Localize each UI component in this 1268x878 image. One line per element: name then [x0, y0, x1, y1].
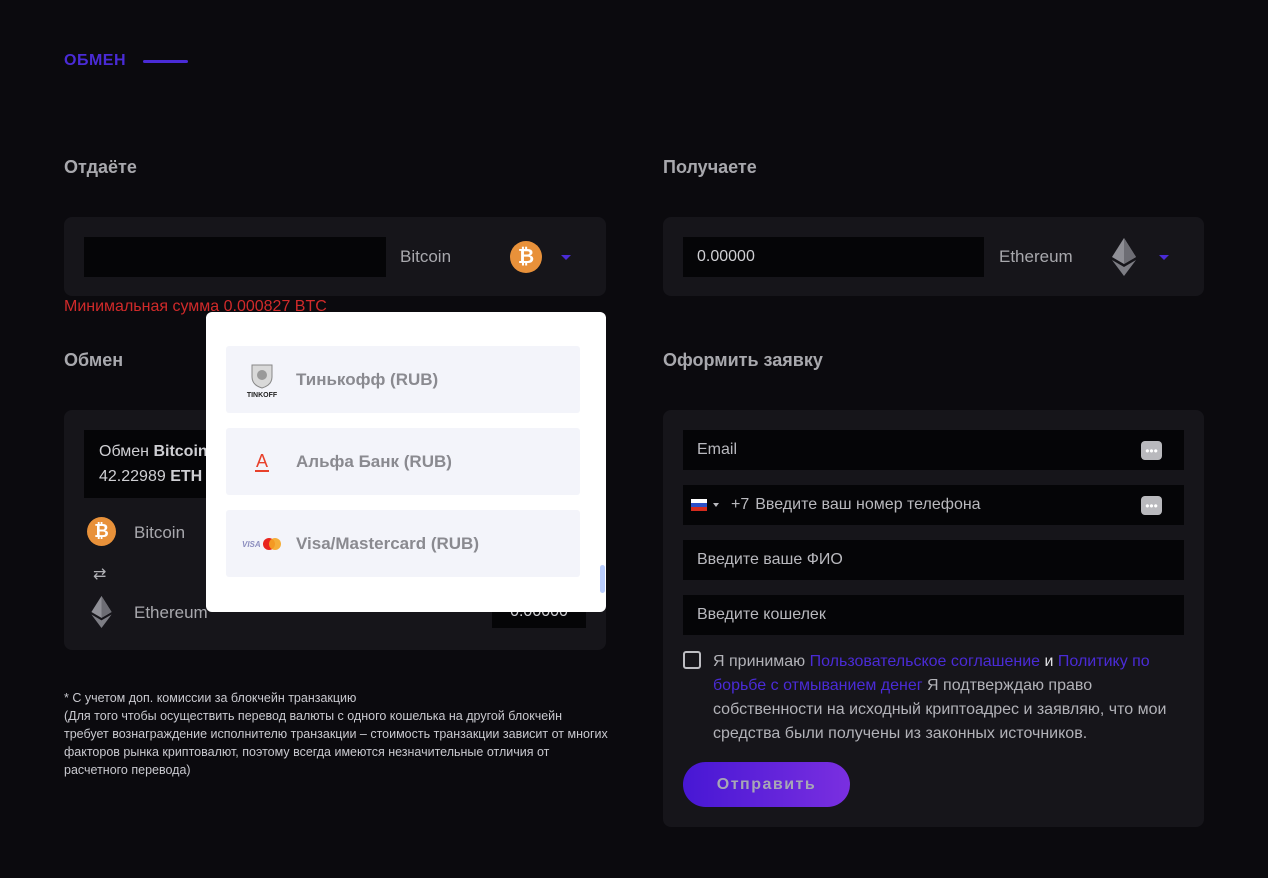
- visa-mastercard-logo-icon: VISA: [236, 536, 288, 552]
- receive-currency-label: Ethereum: [999, 247, 1073, 266]
- user-agreement-link[interactable]: Пользовательское соглашение: [810, 653, 1040, 670]
- payment-option-label: Тинькофф (RUB): [296, 369, 439, 389]
- exchange-summary-prefix: Обмен: [99, 443, 149, 460]
- exchange-to-coin: Ethereum: [134, 603, 208, 622]
- payment-method-dropdown: TINKOFF Тинькофф (RUB) А Альфа Банк (RUB…: [206, 312, 606, 612]
- bitcoin-icon: ₿: [510, 241, 542, 273]
- payment-option-alfa[interactable]: А Альфа Банк (RUB): [226, 428, 580, 495]
- email-field[interactable]: Email: [683, 430, 1184, 470]
- country-dropdown-icon[interactable]: [713, 503, 719, 507]
- swap-icon[interactable]: ⇄: [93, 564, 106, 584]
- consent-checkbox[interactable]: [683, 651, 701, 669]
- submit-button[interactable]: Отправить: [683, 762, 850, 807]
- section-title: ОБМЕН: [64, 52, 126, 69]
- bitcoin-icon: ₿: [87, 517, 116, 546]
- email-autofill-icon[interactable]: •••: [1141, 441, 1162, 460]
- footnote-line2: (Для того чтобы осуществить перевод валю…: [64, 709, 608, 777]
- exchange-heading: Обмен: [64, 350, 124, 370]
- alfa-bank-logo-icon: А: [236, 450, 288, 474]
- wallet-placeholder: Введите кошелек: [697, 606, 826, 623]
- consent-text: Я принимаю Пользовательское соглашение и…: [713, 650, 1183, 746]
- email-placeholder: Email: [697, 441, 738, 458]
- give-heading: Отдаёте: [64, 157, 137, 177]
- receive-currency-dropdown-icon[interactable]: [1159, 255, 1169, 260]
- visa-logo-text: VISA: [242, 540, 261, 549]
- footnote-line1: * С учетом доп. комиссии за блокчейн тра…: [64, 691, 357, 705]
- section-title-underline: [143, 60, 188, 63]
- consent-and: и: [1044, 653, 1054, 670]
- give-currency-label: Bitcoin: [400, 247, 452, 266]
- phone-code: +7: [731, 496, 750, 513]
- alfa-logo-letter: А: [256, 451, 268, 471]
- payment-option-tinkoff[interactable]: TINKOFF Тинькофф (RUB): [226, 346, 580, 413]
- name-placeholder: Введите ваше ФИО: [697, 551, 843, 568]
- name-field[interactable]: Введите ваше ФИО: [683, 540, 1184, 580]
- receive-amount-input[interactable]: 0.00000: [683, 237, 984, 277]
- give-amount-input[interactable]: [84, 237, 386, 277]
- exchange-summary-to: ETH: [170, 468, 203, 485]
- exchange-summary-line2: 42.22989 ETH: [99, 468, 202, 486]
- exchange-summary-line1: Обмен Bitcoin: [99, 443, 208, 461]
- phone-field[interactable]: +7 Введите ваш номер телефона: [683, 485, 1184, 525]
- ethereum-icon: [91, 596, 112, 628]
- exchange-summary-from: Bitcoin: [153, 443, 208, 460]
- exchange-from-coin: Bitcoin: [134, 523, 186, 542]
- dropdown-scrollbar[interactable]: [600, 565, 605, 593]
- exchange-summary-amount: 42.22989: [99, 468, 166, 485]
- tinkoff-logo-icon: TINKOFF: [236, 361, 288, 399]
- ethereum-icon: [1112, 238, 1136, 276]
- phone-placeholder: Введите ваш номер телефона: [755, 496, 981, 513]
- tinkoff-logo-text: TINKOFF: [247, 392, 278, 399]
- receive-panel: 0.00000 Ethereum: [663, 217, 1204, 296]
- order-heading: Оформить заявку: [663, 350, 823, 370]
- russia-flag-icon[interactable]: [691, 499, 707, 511]
- wallet-field[interactable]: Введите кошелек: [683, 595, 1184, 635]
- payment-option-visa-mastercard[interactable]: VISA Visa/Mastercard (RUB): [226, 510, 580, 577]
- phone-autofill-icon[interactable]: •••: [1141, 496, 1162, 515]
- payment-option-label: Альфа Банк (RUB): [296, 451, 452, 471]
- commission-footnote: * С учетом доп. комиссии за блокчейн тра…: [64, 689, 609, 779]
- give-panel: Bitcoin ₿: [64, 217, 606, 296]
- give-currency-dropdown-icon[interactable]: [561, 255, 571, 260]
- receive-heading: Получаете: [663, 157, 757, 177]
- payment-option-label: Visa/Mastercard (RUB): [296, 533, 479, 553]
- consent-prefix: Я принимаю: [713, 653, 806, 670]
